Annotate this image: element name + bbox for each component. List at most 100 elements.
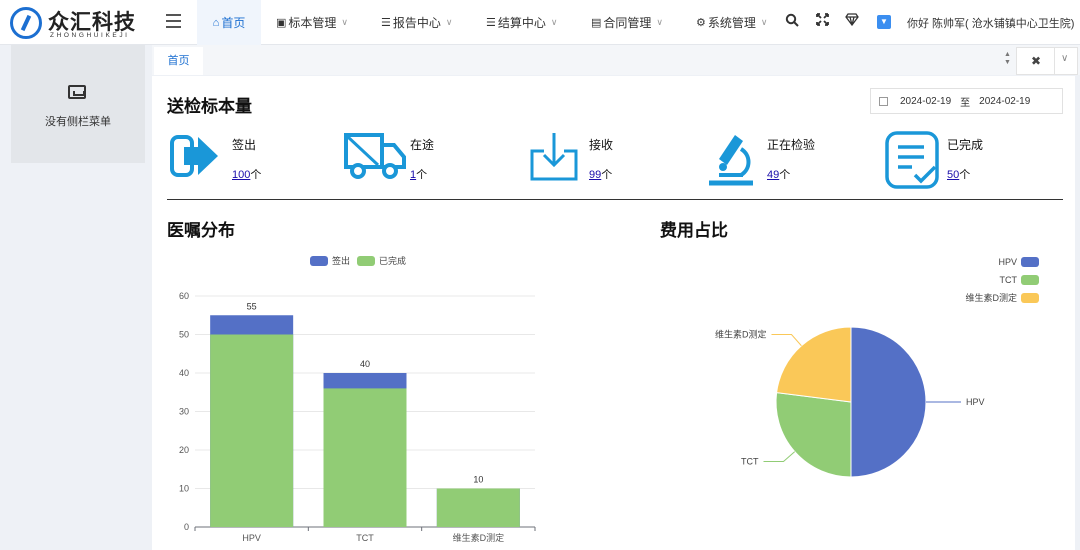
document-icon: ▤ — [591, 17, 602, 29]
chevron-down-icon[interactable]: ∨ — [1061, 53, 1068, 64]
cost-title: 费用占比 — [660, 221, 728, 240]
stat-received: 接收 99个 — [528, 131, 698, 191]
fullscreen-icon[interactable] — [816, 13, 829, 26]
stat-unit: 个 — [601, 169, 613, 181]
specimen-title: 送检标本量 — [167, 97, 252, 116]
nav-contract-management[interactable]: ▤ 合同管理 ∨ — [591, 0, 663, 45]
y-tick-label: 30 — [179, 407, 189, 417]
close-circle-icon[interactable]: ✖ — [1031, 54, 1041, 68]
bar-completed — [323, 388, 407, 527]
logo-subtitle: ZHONGHUIKEJI — [50, 32, 130, 39]
briefcase-icon: ▣ — [276, 17, 287, 29]
sidebar: 没有侧栏菜单 — [11, 45, 145, 163]
stat-link[interactable]: 50 — [947, 169, 959, 181]
bar-data-label: 40 — [360, 359, 370, 369]
nav-settlement-label: 结算中心 — [497, 16, 546, 30]
home-icon: ⌂ — [212, 16, 220, 29]
bar-data-label: 55 — [247, 301, 257, 311]
pie-label-line — [763, 451, 796, 463]
stat-label: 在途 — [410, 138, 435, 152]
x-tick-label: 维生素D测定 — [453, 532, 505, 543]
stat-label: 已完成 — [947, 138, 984, 152]
orders-bar-chart: 0 10 20 30 40 50 60 55 HPV 40 TCT 10 维生素D测定 签出 已完成 — [179, 255, 536, 543]
inbox-icon — [68, 85, 86, 99]
y-tick-label: 0 — [184, 522, 189, 532]
y-tick-label: 10 — [179, 484, 189, 494]
nav-system-label: 系统管理 — [707, 16, 756, 30]
legend-label: HPV — [998, 257, 1017, 267]
stat-link[interactable]: 99 — [589, 169, 601, 181]
chevron-down-icon: ∨ — [341, 17, 349, 27]
stat-unit: 个 — [416, 169, 428, 181]
legend-label: 签出 — [332, 255, 350, 266]
chevron-down-icon: ∨ — [760, 17, 768, 27]
cost-pie-chart: HPV TCT 维生素D测定 HPV TCT 维生素D测定 — [715, 257, 1039, 478]
stat-unit: 个 — [250, 169, 262, 181]
stat-value: 99个 — [589, 166, 612, 182]
date-separator: 至 — [960, 97, 971, 109]
stat-in-transit: 在途 1个 — [344, 131, 514, 191]
top-navbar: 众汇科技 ZHONGHUIKEJI ⌂ 首页 ▣ 标本管理 ∨ ☰ 报告中心 ∨… — [0, 0, 1080, 45]
stat-testing: 正在检验 49个 — [705, 131, 875, 191]
tab-options-control[interactable]: ✖ ∨ — [1016, 47, 1078, 75]
pie-label-line — [771, 333, 802, 347]
grid-list-icon: ☰ — [381, 17, 391, 29]
tab-bar: 首页 ▲ ▼ ✖ ∨ — [152, 45, 1080, 75]
hamburger-menu-icon[interactable] — [166, 14, 181, 28]
date-range-picker[interactable]: 2024-02-19 至 2024-02-19 — [870, 88, 1063, 114]
main-content: 送检标本量 2024-02-19 至 2024-02-19 签出 100个 在途… — [152, 76, 1075, 550]
stat-link[interactable]: 100 — [232, 169, 250, 181]
stat-value: 49个 — [767, 166, 790, 182]
stat-unit: 个 — [959, 169, 971, 181]
stat-completed: 已完成 50个 — [885, 131, 1055, 191]
nav-home[interactable]: ⌂ 首页 — [197, 0, 261, 45]
tab-home[interactable]: 首页 — [154, 47, 203, 75]
y-tick-label: 50 — [179, 330, 189, 340]
bar-data-label: 10 — [473, 475, 483, 485]
pie-slice — [775, 392, 852, 478]
chevron-down-icon: ∨ — [445, 17, 453, 27]
legend-label: TCT — [1000, 275, 1018, 285]
brand-logo[interactable]: 众汇科技 ZHONGHUIKEJI — [10, 5, 150, 41]
stat-label: 正在检验 — [767, 138, 816, 152]
download-icon — [530, 133, 578, 181]
stat-checked-out: 签出 100个 — [170, 131, 340, 191]
user-greeting[interactable]: 你好 陈帅军( 沧水铺镇中心卫生院) — [907, 15, 1074, 31]
x-tick-label: HPV — [242, 533, 261, 543]
stat-label: 接收 — [589, 138, 614, 152]
stat-link[interactable]: 49 — [767, 169, 779, 181]
nav-specimen-management[interactable]: ▣ 标本管理 ∨ — [276, 0, 348, 45]
search-icon[interactable] — [785, 13, 799, 27]
sidebar-empty-text: 没有侧栏菜单 — [45, 116, 111, 128]
stat-unit: 个 — [779, 169, 791, 181]
y-tick-label: 60 — [179, 291, 189, 301]
date-to: 2024-02-19 — [979, 95, 1031, 107]
checklist-icon — [885, 131, 939, 189]
legend-swatch — [310, 256, 328, 266]
pie-slice-label: HPV — [966, 397, 985, 407]
chevron-down-icon: ∨ — [550, 17, 558, 27]
truck-icon — [344, 133, 406, 179]
stat-value: 50个 — [947, 166, 970, 182]
stat-value: 1个 — [410, 166, 427, 182]
nav-contract-label: 合同管理 — [603, 16, 652, 30]
x-tick-label: TCT — [356, 533, 374, 543]
nav-report-center[interactable]: ☰ 报告中心 ∨ — [381, 0, 452, 45]
legend-swatch — [1021, 275, 1039, 285]
list-icon: ☰ — [486, 17, 496, 29]
legend-label: 已完成 — [379, 255, 406, 266]
nav-settlement-center[interactable]: ☰ 结算中心 ∨ — [486, 0, 557, 45]
calendar-icon — [879, 96, 888, 106]
avatar-icon[interactable]: ▼ — [877, 15, 891, 29]
nav-specimen-label: 标本管理 — [288, 16, 337, 30]
tab-scroll-icon[interactable]: ▲ ▼ — [1004, 51, 1011, 67]
arrow-right-icon — [170, 135, 218, 177]
legend-swatch — [1021, 257, 1039, 267]
logo-mark-icon — [10, 7, 42, 39]
nav-system-management[interactable]: ⚙ 系统管理 ∨ — [696, 0, 767, 45]
y-tick-label: 40 — [179, 368, 189, 378]
diamond-icon[interactable] — [845, 13, 859, 26]
pie-slice — [850, 326, 927, 478]
legend-swatch — [1021, 293, 1039, 303]
tab-ctrl-divider — [1054, 48, 1055, 74]
